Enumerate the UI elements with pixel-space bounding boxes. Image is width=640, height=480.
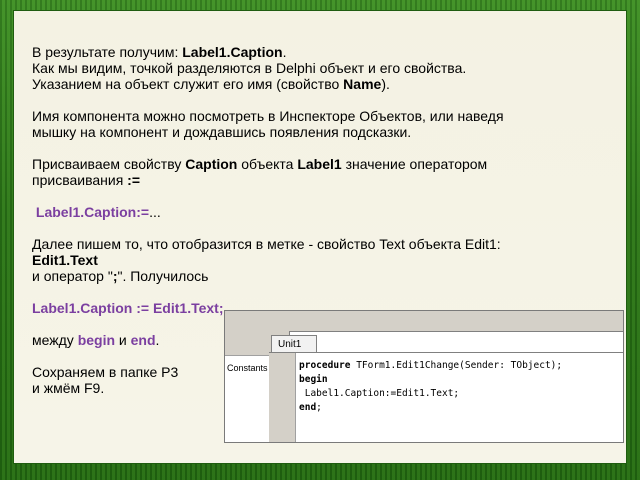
code-area[interactable]: procedure TForm1.Edit1Change(Sender: TOb… xyxy=(299,359,562,415)
delphi-code-editor: Constants Unit1 procedure TForm1.Edit1Ch… xyxy=(224,310,624,443)
text-span: ... xyxy=(149,204,161,220)
paragraph-code-fragment: Label1.Caption:=... xyxy=(32,204,612,220)
text-span: . xyxy=(282,44,287,60)
text-span: и xyxy=(115,332,131,348)
code-explorer-pane: Constants xyxy=(225,331,270,442)
tab-bar-line xyxy=(269,352,623,353)
code-fragment: Label1.Caption:= xyxy=(35,204,150,220)
caption-bold: Caption xyxy=(185,156,238,172)
text-span: мышку на компонент и дождавшись появлени… xyxy=(32,124,412,140)
code-text: Label1.Caption:=Edit1.Text; xyxy=(299,388,460,399)
text-span: объекта xyxy=(237,156,298,172)
text-span: Указанием на объект служит его имя (свой… xyxy=(32,76,344,92)
text-span: Сохраняем в папке Р3 xyxy=(32,364,179,380)
code-line-1: procedure TForm1.Edit1Change(Sender: TOb… xyxy=(299,360,562,371)
code-line-2: begin xyxy=(299,374,328,385)
text-span: Далее пишем то, что отобразится в метке … xyxy=(32,236,501,252)
text-span: В результате получим: xyxy=(32,44,183,60)
text-span: Имя компонента можно посмотреть в Инспек… xyxy=(32,108,504,124)
full-code-line: Label1.Caption := Edit1.Text; xyxy=(32,300,224,316)
end-keyword: end xyxy=(130,332,156,348)
constants-node[interactable]: Constants xyxy=(227,363,268,373)
text-span: присваивания xyxy=(32,172,128,188)
tab-unit1[interactable]: Unit1 xyxy=(271,335,317,353)
code-line-4: end; xyxy=(299,402,322,413)
paragraph-edit-text: Далее пишем то, что отобразится в метке … xyxy=(32,236,612,284)
paragraph-assign: Присваиваем свойству Caption объекта Lab… xyxy=(32,156,612,188)
text-span: и жмём F9. xyxy=(32,380,105,396)
edit1-text-bold: Edit1.Text xyxy=(32,252,98,268)
text-span: ). xyxy=(381,76,390,92)
text-span: значение оператором xyxy=(341,156,488,172)
assign-operator: := xyxy=(127,172,141,188)
text-span: . xyxy=(155,332,160,348)
editor-gutter xyxy=(289,353,296,442)
paragraph-component-name: Имя компонента можно посмотреть в Инспек… xyxy=(32,108,612,140)
code-text: TForm1.Edit1Change(Sender: TObject); xyxy=(350,360,563,371)
text-span: между xyxy=(32,332,78,348)
paragraph-result: В результате получим: Label1.Caption. Ка… xyxy=(32,44,612,92)
name-bold: Name xyxy=(343,76,382,92)
code-text: ; xyxy=(316,402,322,413)
keyword-end: end xyxy=(299,402,317,413)
begin-keyword: begin xyxy=(77,332,116,348)
text-span: и оператор " xyxy=(32,268,113,284)
label1-bold: Label1 xyxy=(297,156,342,172)
keyword-begin: begin xyxy=(299,374,328,385)
code-line-3: Label1.Caption:=Edit1.Text; xyxy=(299,388,459,399)
editor-top-strip xyxy=(225,311,623,332)
label-caption-bold: Label1.Caption xyxy=(182,44,283,60)
keyword-procedure: procedure xyxy=(299,360,351,371)
text-span: Присваиваем свойству xyxy=(32,156,186,172)
code-explorer-header xyxy=(225,331,269,356)
text-span: ". Получилось xyxy=(117,268,209,284)
text-span: Как мы видим, точкой разделяются в Delph… xyxy=(32,60,467,76)
